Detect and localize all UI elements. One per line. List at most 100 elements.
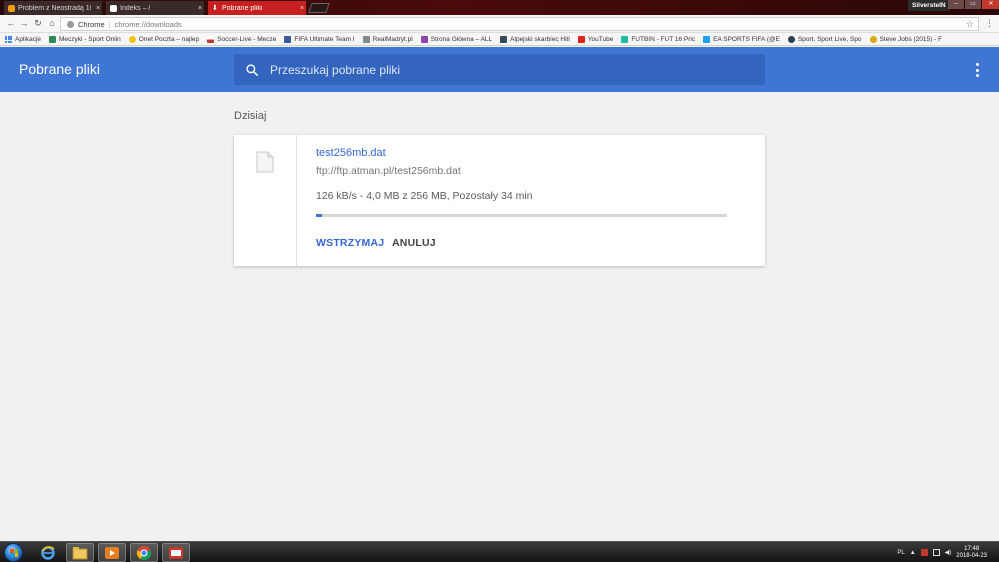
site-icon xyxy=(420,35,428,43)
bookmark-label: Soccer-Live - Mecze xyxy=(217,35,277,43)
close-button[interactable]: ✕ xyxy=(982,0,999,9)
page-title: Pobrane pliki xyxy=(19,61,100,77)
chrome-taskbar-icon[interactable] xyxy=(130,543,158,562)
action-center-flag-icon[interactable] xyxy=(920,549,928,556)
filmweb-icon xyxy=(869,35,877,43)
bookmark-label: Alpejski skarbiec Hitl xyxy=(510,35,570,43)
toolbar: ← → ↻ ⌂ Chrome | chrome://downloads ☆ ⋮ xyxy=(0,15,999,33)
meczyki-icon xyxy=(49,35,57,43)
search-icon[interactable] xyxy=(234,54,270,85)
download-icon: ⬇ xyxy=(212,4,218,12)
back-arrow-icon[interactable]: ← xyxy=(5,18,17,28)
bookmark-label: Sport, Sport Live, Spo xyxy=(797,35,862,43)
clock-time: 17:48 xyxy=(964,545,980,552)
bookmark-label: Steve Jobs (2015) - F xyxy=(879,35,943,43)
maximize-button[interactable]: ▭ xyxy=(965,0,981,9)
tab-neostrada[interactable]: Problem z Neostradą 10 × xyxy=(4,1,102,15)
new-tab-button[interactable] xyxy=(308,3,330,13)
bookmark-item[interactable]: FIFA Ultimate Team I xyxy=(284,35,355,43)
downloads-header: Pobrane pliki xyxy=(0,47,999,92)
tab-strip: Problem z Neostradą 10 × Indeks – / × ⬇ … xyxy=(0,0,999,15)
tab-downloads[interactable]: ⬇ Pobrane pliki × xyxy=(208,1,306,15)
bookmark-label: EA SPORTS FIFA (@E xyxy=(713,35,780,43)
tab-title: Problem z Neostradą 10 xyxy=(18,4,91,12)
start-button[interactable] xyxy=(4,543,23,562)
windows-logo-icon xyxy=(10,549,18,557)
bookmark-item[interactable]: Strona Główna – ALL xyxy=(420,35,493,43)
bookmark-label: FIFA Ultimate Team I xyxy=(294,35,355,43)
reload-icon[interactable]: ↻ xyxy=(32,18,44,29)
futbin-icon xyxy=(621,35,629,43)
bookmark-item[interactable]: Meczyki - Sport Onlin xyxy=(49,35,121,43)
bookmark-item[interactable]: Alpejski skarbiec Hitl xyxy=(500,35,570,43)
blogger-icon xyxy=(8,4,15,12)
poland-flag-icon xyxy=(207,35,215,43)
network-icon[interactable] xyxy=(932,549,940,556)
clock-date: 2018-04-23 xyxy=(956,552,987,559)
apps-grid-icon xyxy=(5,35,12,43)
tv-icon xyxy=(500,35,508,43)
more-options-icon[interactable] xyxy=(971,62,983,78)
media-player-icon[interactable] xyxy=(98,543,126,562)
bookmark-label: RealMadryt.pl xyxy=(372,35,413,43)
profile-name[interactable]: SilversteIN xyxy=(908,0,950,11)
download-status: 126 kB/s - 4,0 MB z 256 MB, Pozostały 34… xyxy=(316,190,533,202)
bookmark-star-icon[interactable]: ☆ xyxy=(966,19,974,30)
tab-indeks[interactable]: Indeks – / × xyxy=(106,1,204,15)
tab-title: Pobrane pliki xyxy=(222,4,263,12)
tab-close-icon[interactable]: × xyxy=(298,5,306,12)
bookmark-item[interactable]: Soccer-Live - Mecze xyxy=(207,35,277,43)
pause-button[interactable]: WSTRZYMAJ xyxy=(316,237,384,249)
volume-icon[interactable]: ◀) xyxy=(945,549,952,556)
search-box[interactable] xyxy=(234,54,765,85)
youtube-icon xyxy=(577,35,585,43)
forward-arrow-icon[interactable]: → xyxy=(18,18,30,28)
progress-bar xyxy=(316,214,727,217)
bookmark-label: Strona Główna – ALL xyxy=(430,35,493,43)
show-hidden-icons-icon[interactable]: ▲ xyxy=(910,550,916,556)
address-separator: | xyxy=(108,19,111,29)
internet-explorer-icon[interactable] xyxy=(34,543,62,562)
file-icon xyxy=(256,151,274,173)
home-icon[interactable]: ⌂ xyxy=(46,18,58,28)
address-url: chrome://downloads xyxy=(114,19,182,29)
scheme-label: Chrome xyxy=(78,19,105,29)
date-heading: Dzisiaj xyxy=(234,110,267,122)
download-item: test256mb.dat ftp://ftp.atman.pl/test256… xyxy=(234,135,765,266)
realmadryt-icon xyxy=(362,35,370,43)
clock[interactable]: 17:48 2018-04-23 xyxy=(956,546,987,560)
bookmark-item[interactable]: FUTBIN - FUT 16 Pric xyxy=(621,35,696,43)
system-tray: PL ▲ ◀) 17:48 2018-04-23 xyxy=(897,542,999,562)
twitter-icon xyxy=(703,35,711,43)
tab-close-icon[interactable]: × xyxy=(94,5,102,12)
bookmark-label: Onet Poczta – najlep xyxy=(138,35,200,43)
bookmark-label: Aplikacje xyxy=(15,35,42,43)
search-input[interactable] xyxy=(270,54,765,85)
file-name-link[interactable]: test256mb.dat xyxy=(316,147,386,159)
minimize-button[interactable]: – xyxy=(948,0,964,9)
language-indicator[interactable]: PL xyxy=(897,550,904,556)
app-taskbar-icon[interactable] xyxy=(162,543,190,562)
cancel-button[interactable]: ANULUJ xyxy=(392,237,436,249)
bookmark-item[interactable]: EA SPORTS FIFA (@E xyxy=(703,35,780,43)
file-source-url[interactable]: ftp://ftp.atman.pl/test256mb.dat xyxy=(316,165,461,177)
taskbar: PL ▲ ◀) 17:48 2018-04-23 xyxy=(0,541,999,562)
bookmark-apps[interactable]: Aplikacje xyxy=(5,35,42,43)
bookmark-item[interactable]: Sport, Sport Live, Spo xyxy=(787,35,862,43)
bookmark-label: FUTBIN - FUT 16 Pric xyxy=(631,35,696,43)
progress-bar-fill xyxy=(316,214,323,217)
tab-title: Indeks – / xyxy=(120,4,151,12)
file-explorer-icon[interactable] xyxy=(66,543,94,562)
window-controls: – ▭ ✕ xyxy=(948,0,999,9)
bookmark-item[interactable]: Steve Jobs (2015) - F xyxy=(869,35,943,43)
play-icon xyxy=(787,35,795,43)
bookmark-item[interactable]: Onet Poczta – najlep xyxy=(128,35,200,43)
address-bar[interactable]: Chrome | chrome://downloads ☆ xyxy=(60,17,979,31)
bookmark-item[interactable]: RealMadryt.pl xyxy=(362,35,413,43)
chrome-menu-icon[interactable]: ⋮ xyxy=(985,18,994,29)
chrome-icon xyxy=(67,20,74,28)
facebook-icon xyxy=(284,35,292,43)
tab-close-icon[interactable]: × xyxy=(196,5,204,12)
file-icon-column xyxy=(234,135,297,266)
bookmark-item[interactable]: YouTube xyxy=(577,35,613,43)
